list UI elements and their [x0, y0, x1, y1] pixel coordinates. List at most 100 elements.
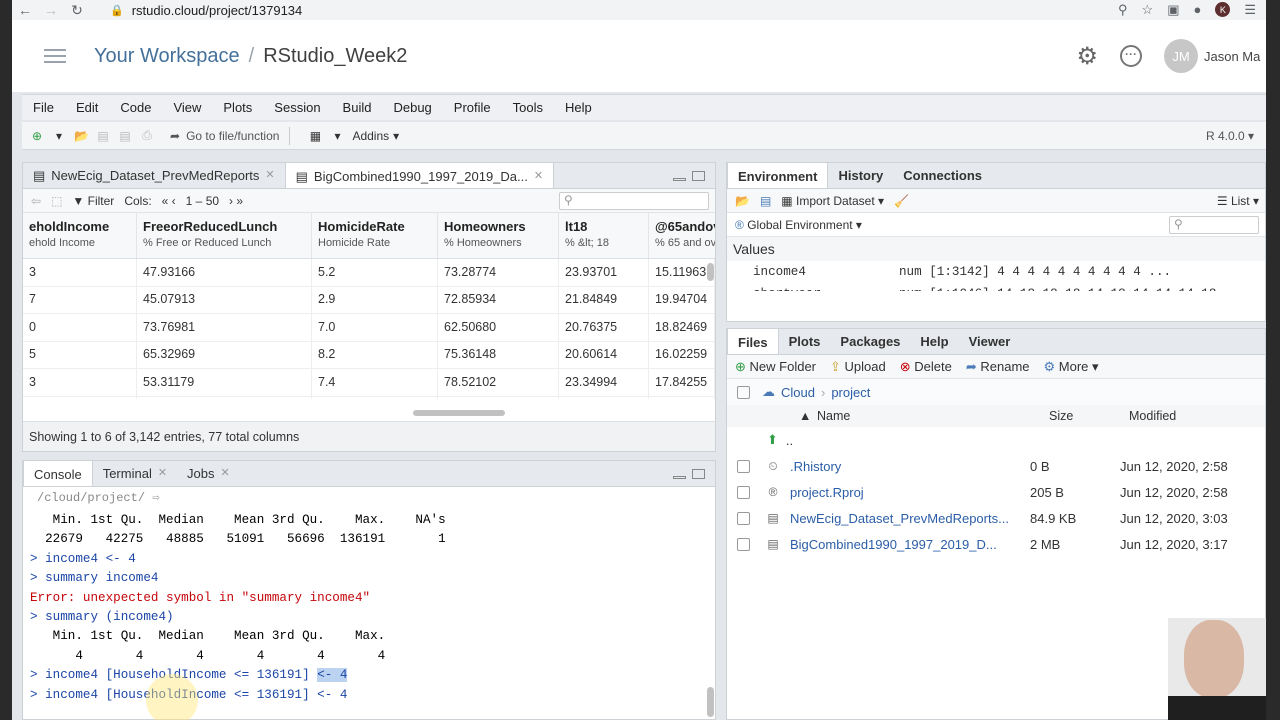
- console-output[interactable]: Min. 1st Qu. Median Mean 3rd Qu. Max. NA…: [23, 509, 715, 666]
- menu-plots[interactable]: Plots: [212, 100, 263, 115]
- col-65andover[interactable]: @65andov % 65 and ov: [649, 213, 715, 258]
- new-file-icon[interactable]: ⊕: [30, 129, 44, 143]
- tab-newecig[interactable]: ▤ NewEcig_Dataset_PrevMedReports ✕: [23, 162, 285, 188]
- tab-terminal[interactable]: Terminal ✕: [93, 460, 177, 486]
- address-bar[interactable]: rstudio.cloud/project/1379134: [132, 3, 303, 18]
- col-lt18[interactable]: lt18 % &lt; 18: [559, 213, 649, 258]
- popout-icon[interactable]: ⬚: [51, 194, 62, 208]
- tab-environment[interactable]: Environment: [727, 162, 829, 188]
- chevron-down-icon[interactable]: ▾: [330, 129, 344, 143]
- scope-dropdown[interactable]: ® Global Environment ▾: [735, 218, 862, 232]
- parent-dir-row[interactable]: ⬆ ..: [727, 427, 1265, 453]
- menu-edit[interactable]: Edit: [65, 100, 109, 115]
- console-scrollbar[interactable]: [707, 687, 714, 717]
- close-icon[interactable]: ✕: [158, 466, 167, 486]
- menu-icon[interactable]: ☰: [1244, 2, 1256, 18]
- print-icon[interactable]: ⎙: [140, 128, 154, 143]
- col-homeowners[interactable]: Homeowners % Homeowners: [438, 213, 559, 258]
- menu-view[interactable]: View: [162, 100, 212, 115]
- file-name[interactable]: project.Rproj: [790, 485, 1030, 500]
- tab-console[interactable]: Console: [23, 460, 93, 486]
- reload-icon[interactable]: ↻: [64, 2, 90, 19]
- new-folder-button[interactable]: ⊕ New Folder: [735, 359, 816, 375]
- list-view-dropdown[interactable]: ☰ List ▾: [1217, 194, 1265, 208]
- save-workspace-icon[interactable]: ▤: [760, 194, 771, 208]
- close-icon[interactable]: ✕: [534, 169, 543, 188]
- upload-button[interactable]: ⇪ Upload: [830, 359, 886, 375]
- console-input[interactable]: > income4 [HouseholdIncome <= 136191] <-…: [23, 686, 715, 705]
- env-variable-row[interactable]: shortyearnum [1:1046] 14 18 18 18 14 18 …: [727, 283, 1265, 291]
- menu-tools[interactable]: Tools: [502, 100, 554, 115]
- menu-build[interactable]: Build: [332, 100, 383, 115]
- hamburger-menu-icon[interactable]: [44, 49, 66, 63]
- crumb-workspace[interactable]: Your Workspace: [94, 45, 240, 67]
- tab-viewer[interactable]: Viewer: [959, 328, 1021, 354]
- extension-icon[interactable]: ▣: [1167, 2, 1179, 18]
- rename-button[interactable]: ➦ Rename: [966, 359, 1030, 375]
- menu-file[interactable]: File: [22, 100, 65, 115]
- tab-files[interactable]: Files: [727, 328, 779, 354]
- r-version[interactable]: R 4.0.0 ▾: [1206, 129, 1266, 143]
- tab-packages[interactable]: Packages: [830, 328, 910, 354]
- star-icon[interactable]: ☆: [1142, 2, 1154, 18]
- col-name[interactable]: Name: [817, 409, 1049, 423]
- extension-circle-icon[interactable]: ●: [1193, 2, 1201, 18]
- col-freeorreducedlunch[interactable]: FreeorReducedLunch % Free or Reduced Lunc…: [137, 213, 312, 258]
- broom-icon[interactable]: 🧹: [894, 194, 909, 208]
- file-name[interactable]: BigCombined1990_1997_2019_D...: [790, 537, 1030, 552]
- tab-plots[interactable]: Plots: [779, 328, 831, 354]
- next-cols-icon[interactable]: › »: [229, 194, 243, 208]
- file-row[interactable]: ▤ BigCombined1990_1997_2019_D... 2 MB Jun 1…: [727, 531, 1265, 557]
- zoom-icon[interactable]: ⚲: [1118, 2, 1128, 18]
- go-to-file-function[interactable]: ➦ Go to file/function: [170, 129, 279, 143]
- load-workspace-icon[interactable]: 📂: [735, 194, 750, 208]
- env-variable-row[interactable]: income4 num [1:3142] 4 4 4 4 4 4 4 4 4 4 …: [727, 261, 1265, 283]
- tab-bigcombined[interactable]: ▤ BigCombined1990_1997_2019_Da... ✕: [284, 162, 555, 188]
- menu-help[interactable]: Help: [554, 100, 603, 115]
- env-search-input[interactable]: ⚲: [1169, 215, 1259, 234]
- menu-profile[interactable]: Profile: [443, 100, 502, 115]
- pane-window-controls[interactable]: [673, 170, 715, 181]
- file-row[interactable]: ® project.Rproj 205 B Jun 12, 2020, 2:58: [727, 479, 1265, 505]
- file-checkbox[interactable]: [737, 537, 750, 551]
- col-modified[interactable]: Modified: [1129, 409, 1176, 423]
- file-checkbox[interactable]: [737, 485, 750, 499]
- profile-avatar[interactable]: K: [1215, 2, 1231, 17]
- menu-debug[interactable]: Debug: [382, 100, 442, 115]
- menu-code[interactable]: Code: [109, 100, 162, 115]
- menu-session[interactable]: Session: [263, 100, 331, 115]
- delete-button[interactable]: ⊗ Delete: [900, 359, 952, 375]
- back-arrow-icon[interactable]: ←: [12, 2, 38, 18]
- pane-window-controls[interactable]: [673, 468, 715, 479]
- gear-icon[interactable]: ⚙: [1076, 42, 1098, 71]
- col-size[interactable]: Size: [1049, 409, 1129, 423]
- forward-arrow-icon[interactable]: →: [38, 2, 64, 18]
- tab-jobs[interactable]: Jobs ✕: [177, 460, 240, 486]
- col-householdincome[interactable]: eholdIncome ehold Income: [23, 213, 137, 258]
- addins-menu[interactable]: Addins: [352, 129, 389, 143]
- open-project-icon[interactable]: 📂: [74, 129, 89, 143]
- file-row[interactable]: ⏲ .Rhistory 0 B Jun 12, 2020, 2:58: [727, 453, 1265, 479]
- filter-button[interactable]: ▼ Filter: [72, 194, 114, 208]
- vertical-scrollbar[interactable]: [707, 263, 714, 281]
- file-name[interactable]: .Rhistory: [790, 459, 1030, 474]
- more-options-icon[interactable]: ···: [1120, 45, 1142, 67]
- close-icon[interactable]: ✕: [265, 168, 274, 188]
- tab-connections[interactable]: Connections: [893, 162, 992, 188]
- dropdown-icon[interactable]: ▾: [52, 129, 66, 143]
- select-all-checkbox[interactable]: [737, 385, 750, 399]
- prev-cols-icon[interactable]: « ‹: [162, 194, 176, 208]
- more-button[interactable]: ⚙ More ▾: [1044, 359, 1099, 375]
- tab-help[interactable]: Help: [910, 328, 958, 354]
- tab-history[interactable]: History: [828, 162, 893, 188]
- user-menu[interactable]: JM Jason Ma: [1164, 39, 1266, 73]
- close-icon[interactable]: ✕: [221, 466, 230, 486]
- file-row[interactable]: ▤ NewEcig_Dataset_PrevMedReports... 84.9 K…: [727, 505, 1265, 531]
- arrow-icon[interactable]: ⇨: [152, 491, 159, 505]
- col-homiciderate[interactable]: HomicideRate Homicide Rate: [312, 213, 438, 258]
- save-icon[interactable]: ▤: [96, 129, 110, 143]
- save-all-icon[interactable]: ▤: [118, 129, 132, 143]
- crumb-cloud[interactable]: Cloud: [781, 385, 815, 400]
- back-icon[interactable]: ⇦: [31, 194, 41, 208]
- search-input[interactable]: ⚲: [559, 191, 709, 210]
